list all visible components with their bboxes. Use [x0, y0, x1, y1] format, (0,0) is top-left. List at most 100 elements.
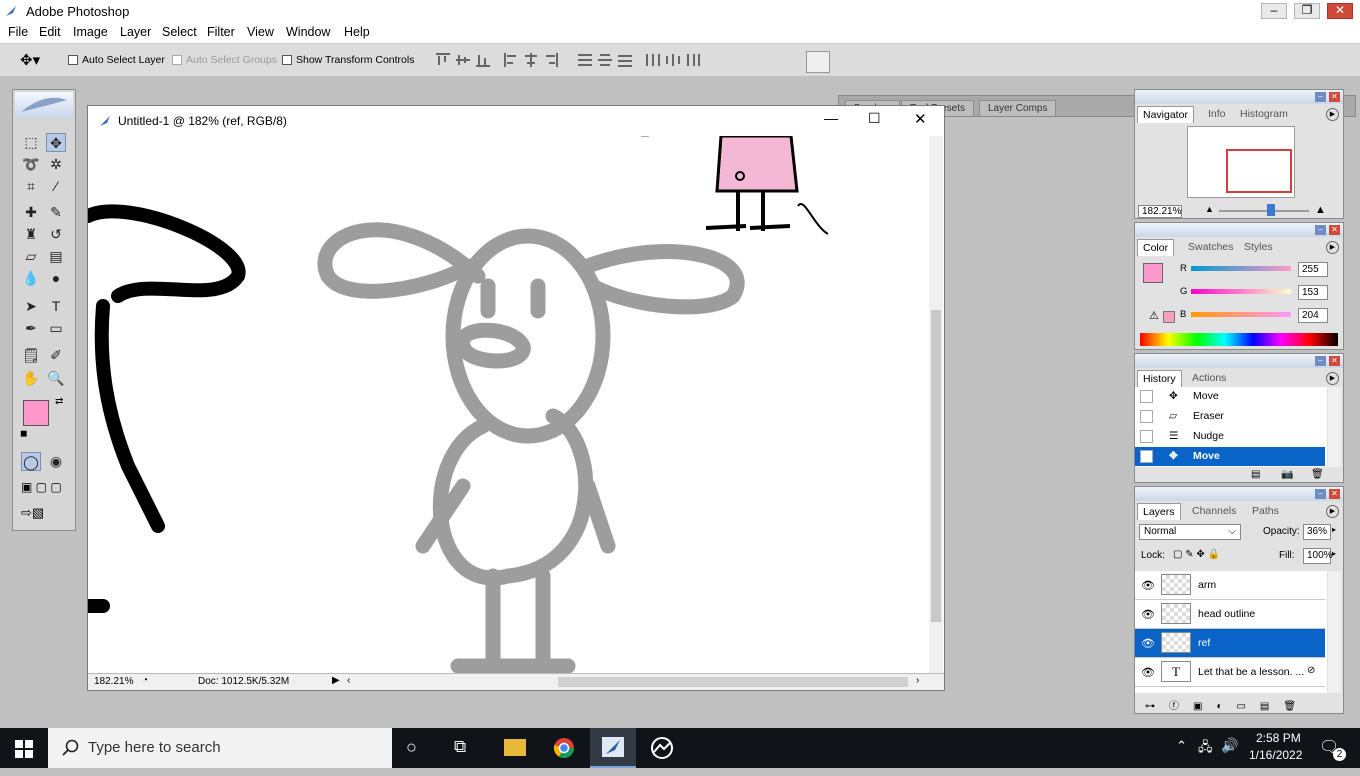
clone-stamp-tool-icon[interactable]: ♜ [21, 225, 41, 244]
layer-row-selected[interactable]: 👁 ref [1135, 629, 1325, 658]
show-transform-controls-checkbox[interactable] [282, 55, 292, 65]
panel-close-button[interactable]: ✕ [1329, 225, 1340, 235]
gradient-tool-icon[interactable]: ▤ [46, 247, 66, 266]
volume-icon[interactable]: 🔊 [1221, 737, 1238, 754]
vertical-scrollbar[interactable] [929, 136, 943, 676]
tab-histogram[interactable]: Histogram [1235, 106, 1293, 122]
auto-select-layer-checkbox[interactable] [68, 55, 78, 65]
chrome-icon[interactable] [553, 737, 575, 759]
windows-start-icon[interactable] [15, 740, 33, 758]
panel-close-button[interactable]: ✕ [1329, 356, 1340, 366]
menu-edit[interactable]: Edit [39, 25, 61, 39]
eye-icon[interactable]: 👁 [1141, 666, 1155, 679]
channel-b-value[interactable]: 204 [1298, 308, 1328, 323]
lock-icons[interactable]: ▢ ✎ ✥ 🔒 [1173, 549, 1220, 560]
distribute-right-icon[interactable] [684, 52, 702, 68]
quick-mask-mode-icon[interactable]: ◉ [46, 452, 66, 471]
restore-button[interactable]: ❐ [1294, 3, 1320, 19]
distribute-bottom-icon[interactable] [616, 52, 634, 68]
panel-menu-icon[interactable]: ▶ [1326, 241, 1339, 254]
blur-tool-icon[interactable]: 💧 [21, 269, 41, 288]
eye-icon[interactable]: 👁 [1141, 579, 1155, 592]
snapshot-icon[interactable]: 📷 [1281, 469, 1293, 480]
align-vcenter-icon[interactable] [454, 52, 472, 68]
panel-minimize-button[interactable]: – [1315, 356, 1326, 366]
foreground-color-swatch[interactable] [23, 400, 49, 426]
opacity-arrow-icon[interactable]: ▸ [1332, 525, 1336, 534]
tab-history[interactable]: History [1137, 370, 1182, 387]
layer-row[interactable]: 👁 arm [1135, 571, 1325, 600]
zoom-tool-icon[interactable]: 🔍 [46, 369, 66, 388]
tab-info[interactable]: Info [1203, 106, 1231, 122]
eyedropper-tool-icon[interactable]: ✐ [46, 346, 66, 365]
navigator-view-box[interactable] [1226, 149, 1292, 193]
distribute-vcenter-icon[interactable] [596, 52, 614, 68]
menu-window[interactable]: Window [286, 25, 330, 39]
color-ramp[interactable] [1140, 333, 1338, 346]
path-selection-tool-icon[interactable]: ➤ [21, 297, 41, 316]
eye-icon[interactable]: 👁 [1141, 637, 1155, 650]
gamut-color-swatch[interactable] [1163, 311, 1175, 323]
menu-filter[interactable]: Filter [207, 25, 235, 39]
layers-scrollbar[interactable] [1328, 571, 1341, 693]
slice-tool-icon[interactable]: ⁄ [46, 177, 66, 196]
scroll-right-icon[interactable]: › [916, 675, 919, 686]
tab-navigator[interactable]: Navigator [1137, 106, 1194, 123]
healing-brush-tool-icon[interactable]: ✚ [21, 203, 41, 222]
pen-tool-icon[interactable]: ✒ [21, 319, 41, 338]
panel-menu-icon[interactable]: ▶ [1326, 505, 1339, 518]
new-document-icon[interactable]: ▤ [1251, 469, 1260, 480]
doc-maximize-button[interactable]: ☐ [868, 110, 881, 127]
move-tool-preset-icon[interactable]: ✥▾ [20, 51, 40, 69]
channel-r-value[interactable]: 255 [1298, 262, 1328, 277]
doc-zoom-readout[interactable]: 182.21% [94, 676, 133, 687]
gamut-warning-icon[interactable]: ⚠ [1149, 309, 1159, 322]
layer-row[interactable]: 👁 head outline [1135, 600, 1325, 629]
fill-arrow-icon[interactable]: ▸ [1332, 549, 1336, 558]
history-item[interactable]: ☰ Nudge [1135, 427, 1325, 446]
standard-mode-icon[interactable]: ◯ [21, 452, 41, 471]
cortana-icon[interactable]: ○ [406, 737, 417, 758]
align-left-icon[interactable] [502, 52, 520, 68]
tab-layers[interactable]: Layers [1137, 503, 1181, 520]
eye-icon[interactable]: 👁 [1141, 608, 1155, 621]
tab-channels[interactable]: Channels [1187, 503, 1241, 519]
align-right-icon[interactable] [542, 52, 560, 68]
notes-tool-icon[interactable]: 🗒 [21, 346, 41, 365]
panel-menu-icon[interactable]: ▶ [1326, 372, 1339, 385]
status-menu-arrow-icon[interactable]: ▶ [332, 675, 340, 686]
panel-close-button[interactable]: ✕ [1329, 92, 1340, 102]
minimize-button[interactable]: – [1261, 3, 1287, 19]
swap-colors-icon[interactable]: ⇄ [55, 396, 63, 407]
clock-time[interactable]: 2:58 PM [1256, 731, 1301, 745]
menu-help[interactable]: Help [344, 25, 370, 39]
network-icon[interactable]: 🖧 [1198, 738, 1213, 760]
history-scrollbar[interactable] [1328, 387, 1341, 467]
distribute-top-icon[interactable] [576, 52, 594, 68]
panel-minimize-button[interactable]: – [1315, 92, 1326, 102]
default-colors-icon[interactable]: ◼ [20, 428, 27, 439]
type-tool-icon[interactable]: T [46, 297, 66, 316]
vertical-scroll-thumb[interactable] [931, 310, 941, 622]
history-item[interactable]: ✥ Move [1135, 387, 1325, 406]
jump-to-imageready-icon[interactable]: ⇨▧ [21, 505, 44, 521]
tab-styles[interactable]: Styles [1239, 239, 1278, 255]
menu-view[interactable]: View [247, 25, 274, 39]
close-button[interactable]: ✕ [1327, 3, 1353, 19]
tab-paths[interactable]: Paths [1247, 503, 1284, 519]
doc-minimize-button[interactable]: — [824, 110, 838, 126]
panel-close-button[interactable]: ✕ [1329, 489, 1340, 499]
menu-layer[interactable]: Layer [120, 25, 151, 39]
menu-image[interactable]: Image [73, 25, 108, 39]
fill-field[interactable]: 100% [1303, 548, 1333, 564]
file-browser-icon[interactable] [806, 51, 830, 73]
tab-color[interactable]: Color [1137, 239, 1175, 256]
history-item-selected[interactable]: ✥ Move [1135, 447, 1325, 466]
tab-actions[interactable]: Actions [1187, 370, 1231, 386]
opacity-field[interactable]: 36% [1303, 524, 1331, 540]
marquee-tool-icon[interactable]: ⬚ [21, 133, 41, 152]
history-item[interactable]: ▱ Eraser [1135, 407, 1325, 426]
horizontal-scroll-thumb[interactable] [558, 677, 908, 687]
menu-select[interactable]: Select [162, 25, 197, 39]
channel-b-slider[interactable] [1191, 312, 1291, 317]
